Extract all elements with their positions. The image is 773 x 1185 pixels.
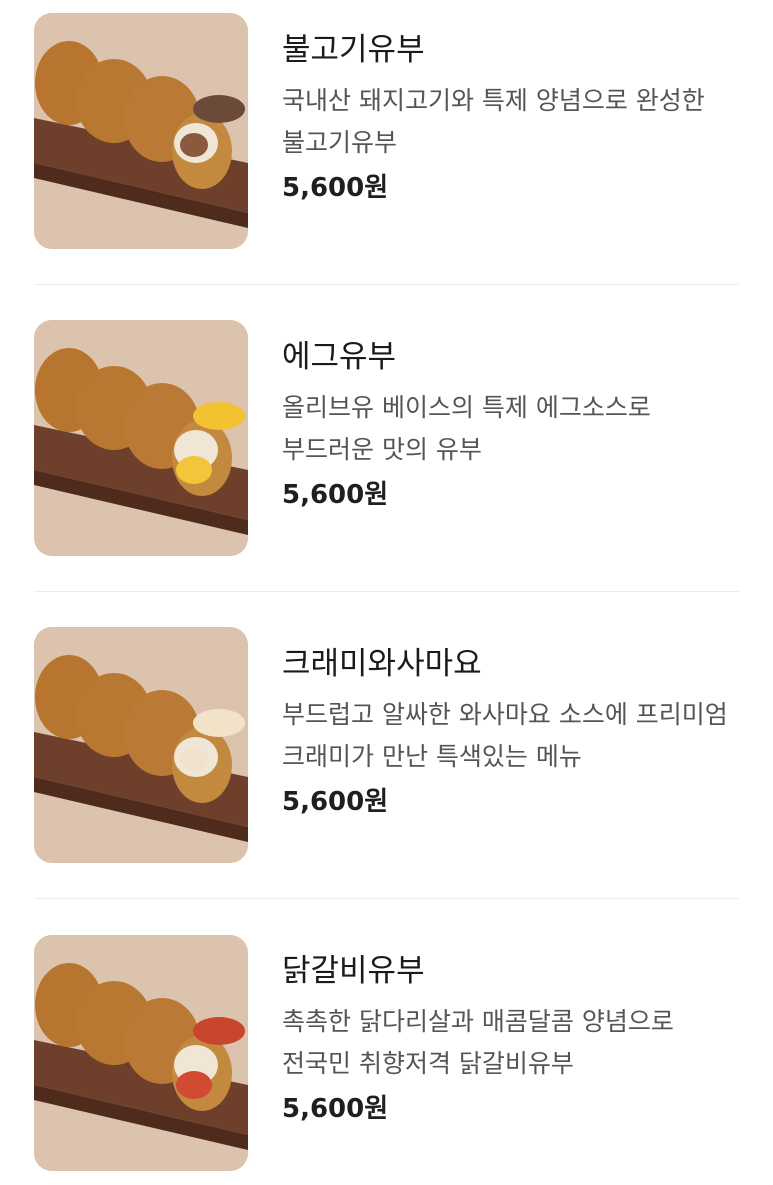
divider bbox=[34, 898, 739, 899]
divider bbox=[34, 591, 739, 592]
menu-item-bulgogi-yubu[interactable]: 불고기유부 국내산 돼지고기와 특제 양념으로 완성한 불고기유부 5,600원 bbox=[0, 0, 773, 307]
menu-item-dakgalbi-yubu[interactable]: 닭갈비유부 촉촉한 닭다리살과 매콤달콤 양념으로 전국민 취향저격 닭갈비유부… bbox=[0, 921, 773, 1185]
menu-item-description: 국내산 돼지고기와 특제 양념으로 완성한 불고기유부 bbox=[282, 86, 705, 157]
menu-item-egg-yubu[interactable]: 에그유부 올리브유 베이스의 특제 에그소스로 부드러운 맛의 유부 5,600… bbox=[0, 307, 773, 614]
divider bbox=[34, 284, 739, 285]
menu-item-image bbox=[34, 627, 248, 863]
menu-item-name: 크래미와사마요 bbox=[282, 646, 482, 682]
menu-item-price: 5,600원 bbox=[282, 787, 389, 817]
menu-item-image bbox=[34, 13, 248, 249]
menu-item-description: 올리브유 베이스의 특제 에그소스로 부드러운 맛의 유부 bbox=[282, 393, 651, 464]
menu-item-image bbox=[34, 935, 248, 1171]
menu-item-description: 촉촉한 닭다리살과 매콤달콤 양념으로 전국민 취향저격 닭갈비유부 bbox=[282, 1007, 674, 1078]
menu-item-crammy-wasamayo[interactable]: 크래미와사마요 부드럽고 알싸한 와사마요 소스에 프리미엄 크래미가 만난 특… bbox=[0, 614, 773, 921]
menu-item-price: 5,600원 bbox=[282, 480, 389, 510]
menu-list: 불고기유부 국내산 돼지고기와 특제 양념으로 완성한 불고기유부 5,600원… bbox=[0, 0, 773, 1185]
menu-item-name: 불고기유부 bbox=[282, 32, 425, 68]
menu-item-description: 부드럽고 알싸한 와사마요 소스에 프리미엄 크래미가 만난 특색있는 메뉴 bbox=[282, 700, 728, 771]
menu-item-price: 5,600원 bbox=[282, 1094, 389, 1124]
menu-item-image bbox=[34, 320, 248, 556]
menu-item-name: 에그유부 bbox=[282, 339, 397, 375]
menu-item-name: 닭갈비유부 bbox=[282, 953, 425, 989]
menu-item-price: 5,600원 bbox=[282, 173, 389, 203]
